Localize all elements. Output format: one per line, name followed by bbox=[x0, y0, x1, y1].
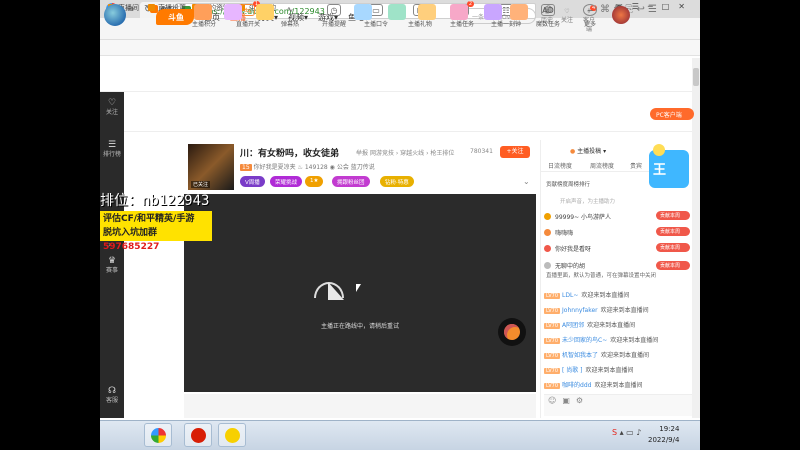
sidebar-item-follow[interactable]: ♡ 关注 bbox=[100, 98, 124, 118]
taskbar-qqmusic[interactable] bbox=[218, 423, 246, 447]
svg-text:王: 王 bbox=[653, 163, 666, 178]
netease-music-icon bbox=[191, 428, 206, 443]
chat-message[interactable]: LV70 A阿团邻 欢迎来到本直播间 bbox=[544, 320, 635, 329]
cookie-icon bbox=[504, 324, 520, 340]
rank-gift-button-1[interactable]: 贡献本周 bbox=[656, 211, 690, 220]
clock-icon: ◷ bbox=[327, 4, 341, 16]
list-icon: ☰ bbox=[107, 140, 117, 150]
gift-item-3[interactable] bbox=[256, 4, 274, 20]
offline-message: 主播正在路线中，请稍后重试 bbox=[320, 323, 399, 330]
sidebar-item-service[interactable]: ☊ 客服 bbox=[100, 386, 124, 406]
start-button[interactable] bbox=[104, 4, 126, 26]
level-badge: 15 bbox=[240, 164, 252, 171]
rank-subtitle: 开启声音，为主播助力 bbox=[560, 199, 616, 205]
anchor-icon: ● bbox=[570, 148, 576, 155]
rank-gift-button-2[interactable]: 贡献本周 bbox=[656, 227, 690, 236]
gift-item-8[interactable] bbox=[484, 4, 502, 20]
gift-item-6[interactable] bbox=[418, 4, 436, 20]
medal-star[interactable]: 1★ bbox=[305, 176, 324, 187]
chat-message[interactable]: LV70[ 尚歌 ] 欢迎来到本直播间 bbox=[544, 365, 634, 374]
chat-message[interactable]: LV70 Johnnyfaker 欢迎来到本直播间 bbox=[544, 305, 649, 314]
room-thumbnail[interactable]: 已关注 bbox=[188, 144, 234, 190]
taskbar-clock[interactable]: 19:24 2022/9/4 bbox=[648, 424, 679, 446]
mouse-cursor-icon bbox=[356, 284, 361, 292]
gift-bar bbox=[184, 394, 536, 418]
taskbar-music[interactable] bbox=[184, 423, 212, 447]
hot-icon: ♨ bbox=[297, 164, 303, 171]
anchor-tool-row bbox=[124, 94, 692, 132]
tool-more[interactable]: − 更多 bbox=[570, 4, 610, 28]
headset-icon: ☊ bbox=[108, 386, 116, 396]
rank-gift-button-4[interactable]: 贡献本周 bbox=[656, 261, 690, 270]
video-player[interactable] bbox=[184, 194, 536, 392]
tab-daily[interactable]: 日流榜度 bbox=[548, 161, 572, 170]
pc-client-button[interactable]: PC客户端 bbox=[650, 108, 694, 120]
chat-notice: 直播里面，默认为普通，可在弹幕设置中关闭 bbox=[546, 273, 657, 279]
chat-message[interactable]: LV70 机智如我本了 欢迎来到本直播间 bbox=[544, 350, 649, 359]
tab-weekly[interactable]: 周流榜度 bbox=[590, 161, 614, 170]
taskbar-browser[interactable] bbox=[144, 423, 172, 447]
overlay-rank-text: 排位：nb122943 bbox=[100, 193, 210, 209]
chat-message[interactable]: LV70 LDL~ 欢迎来到本直播间 bbox=[544, 290, 629, 299]
more-icon: − bbox=[583, 4, 597, 16]
gift-item-4[interactable] bbox=[354, 4, 372, 20]
rank-gift-button-3[interactable]: 贡献本周 bbox=[656, 243, 690, 252]
gift-item-7[interactable] bbox=[450, 4, 468, 20]
system-tray-icons[interactable]: S ▴ ▭ ♪ bbox=[612, 428, 641, 437]
tool-danmu-heat[interactable]: ∿ 弹幕热 bbox=[270, 4, 310, 28]
follow-button[interactable]: +关注 bbox=[500, 146, 530, 158]
floating-cookie-button[interactable] bbox=[498, 318, 526, 346]
gift-item-2[interactable] bbox=[224, 4, 242, 20]
mascot-banner[interactable]: 王 bbox=[645, 142, 691, 192]
user-avatar[interactable] bbox=[612, 6, 630, 24]
overlay-ad-banner: 评估CF/和平精英/手游 脱坑入坑加群597685227 bbox=[100, 211, 212, 252]
tool-remind[interactable]: ◷ 开播提醒 bbox=[314, 4, 354, 28]
gift-item-1[interactable] bbox=[194, 4, 212, 20]
site-header bbox=[100, 58, 700, 92]
ad-icon: AD bbox=[541, 4, 555, 16]
chat-tool-icons[interactable]: ☺▣⚙ bbox=[548, 396, 589, 405]
rank-item-4[interactable]: 无聊中的胡 bbox=[544, 261, 585, 270]
guild-icon: ◉ bbox=[329, 164, 335, 171]
medal-fanclub[interactable]: 拥跟粉丝团 bbox=[332, 176, 370, 187]
medal-diamond[interactable]: 钻粉·特惠 bbox=[380, 176, 414, 187]
heart-icon: ♡ bbox=[107, 98, 117, 108]
room-id: 780341 bbox=[470, 148, 493, 155]
waveform-icon: ∿ bbox=[286, 5, 294, 14]
rank-title: 贡献榜度周榜排行 bbox=[546, 182, 591, 188]
room-meta: 15 你好我是夏凉夹 ♨ 149128 ◉ 公会 蓝刀传说 bbox=[240, 164, 375, 171]
collapse-arrow-icon[interactable]: ⌄ bbox=[523, 177, 530, 186]
trophy-icon: ♛ bbox=[107, 256, 117, 266]
medal-challenge[interactable]: 荣耀挑战 bbox=[270, 176, 303, 187]
gift-item-9[interactable] bbox=[510, 4, 528, 20]
room-title: 川：有女粉吗，收女徒弟 bbox=[240, 149, 340, 159]
thumb-label: 已关注 bbox=[191, 181, 211, 188]
chat-panel-header[interactable]: ● 主播投稿 ▾ bbox=[570, 146, 606, 155]
bookmark-icon bbox=[148, 4, 155, 11]
tool-magic[interactable]: AD 魔数任务 bbox=[528, 4, 568, 28]
rank-item-3[interactable]: 你好我是看呀 bbox=[544, 244, 591, 253]
medal-weekly[interactable]: V周播 bbox=[240, 176, 265, 187]
rank-item-2[interactable]: 嗨嗨嗨 bbox=[544, 228, 573, 237]
chat-message[interactable]: LV70 未少回家的鸟C~ 欢迎来到本直播间 bbox=[544, 335, 658, 344]
room-tags[interactable]: 举报 网游竞技 › 穿越火线 › 枪王排位 bbox=[356, 148, 454, 157]
gift-item-5[interactable] bbox=[388, 4, 406, 20]
rank-item-1[interactable]: 99999~ 小鸟游萨人 bbox=[544, 212, 611, 221]
browser-screen: 你好我是夏凉夹直播_穿越火 ✕ + ▣☰─□✕ ← → ↻ ⌂ https://… bbox=[100, 0, 700, 450]
sidebar-item-events[interactable]: ♛ 赛事 bbox=[100, 256, 124, 276]
sidebar-item-ranking[interactable]: ☰ 排行榜 bbox=[100, 140, 124, 160]
qq-music-icon bbox=[225, 428, 240, 443]
browser-icon bbox=[151, 428, 166, 443]
chat-message[interactable]: LV70 咖啡的ddd 欢迎来到本直播间 bbox=[544, 380, 642, 389]
scrollbar-thumb[interactable] bbox=[693, 68, 699, 86]
bookmarks-bar bbox=[100, 40, 700, 56]
tab-vip[interactable]: 贵宾 bbox=[630, 161, 642, 170]
